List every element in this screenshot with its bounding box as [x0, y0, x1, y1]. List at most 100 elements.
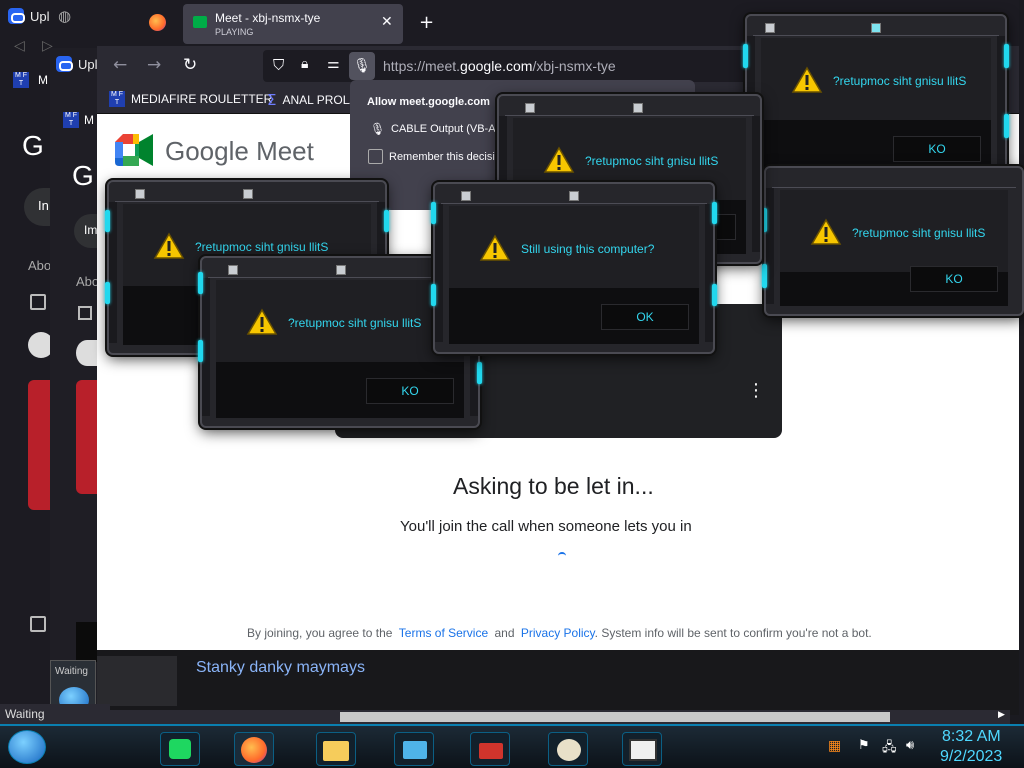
download-icon[interactable]	[394, 732, 434, 766]
microphone-icon: 🎙︎	[370, 122, 386, 136]
network-icon[interactable]: 🖧︎	[882, 738, 897, 760]
meet-brand: Google Meet	[165, 136, 314, 166]
bookmark-mediafire-icon[interactable]: M F T	[13, 72, 29, 88]
paint-icon[interactable]	[548, 732, 588, 766]
window-handle[interactable]	[525, 103, 535, 113]
uploader-logo-icon-2	[56, 56, 73, 72]
background-page-strip: Stanky danky maymays	[97, 650, 1019, 715]
status-text: Waiting	[5, 707, 45, 721]
spotify-icon[interactable]	[160, 732, 200, 766]
privacy-link[interactable]: Privacy Policy	[521, 626, 595, 640]
warning-icon	[543, 146, 575, 174]
uploader-logo-icon	[8, 8, 25, 24]
bookmark-label[interactable]: M	[38, 73, 48, 87]
window-handle[interactable]	[871, 23, 881, 33]
bookmark-label-2[interactable]: M	[84, 113, 94, 127]
more-options-icon[interactable]: ⋮	[747, 382, 765, 400]
reload-icon[interactable]: ↻	[183, 55, 197, 75]
background-tab-2[interactable]: Upl	[56, 56, 98, 72]
window-handle[interactable]	[135, 189, 145, 199]
window-handle[interactable]	[569, 191, 579, 201]
device-select[interactable]: CABLE Output (VB-Au	[391, 123, 502, 135]
sigma-icon: Σ	[267, 91, 277, 109]
background-tab-label: Upl	[30, 8, 50, 24]
warning-icon	[479, 234, 511, 262]
image-icon-2	[78, 306, 92, 320]
window-handle[interactable]	[461, 191, 471, 201]
alert-dialog[interactable]: ?retupmoc siht gnisu llitS KO	[762, 166, 1024, 316]
back-arrow-icon[interactable]: ◁	[14, 38, 25, 54]
globe-icon: ◍	[58, 7, 72, 25]
window-handle[interactable]	[336, 265, 346, 275]
meet-logo-icon	[115, 134, 153, 166]
firefox-taskbar-icon[interactable]	[234, 732, 274, 766]
close-tab-icon[interactable]: ✕	[381, 14, 393, 30]
media-player-icon[interactable]	[622, 732, 662, 766]
bookmark-mediafire[interactable]: M F T MEDIAFIRE ROULETTER	[109, 91, 272, 107]
tab-subtitle: PLAYING	[215, 27, 254, 37]
google-g-logo-2: G	[72, 160, 94, 191]
new-tab-icon[interactable]: +	[419, 12, 434, 33]
warning-icon	[791, 66, 823, 94]
taskbar: ▦ ⚑ 🖧︎ 🔊︎ 8:32 AM 9/2/2023	[0, 724, 1024, 768]
scroll-right-icon[interactable]: ▶	[998, 710, 1005, 720]
microphone-icon[interactable]: 🎙︎	[349, 52, 375, 80]
bookmark-second[interactable]: Σ ANAL PROLA	[267, 91, 357, 109]
permissions-icon[interactable]: ⚌	[327, 56, 340, 72]
warning-icon	[246, 308, 278, 336]
dialog-button[interactable]: KO	[910, 266, 998, 292]
dialog-message: ?retupmoc siht gnisu llitS	[288, 316, 422, 330]
clock-time[interactable]: 8:32 AM	[942, 728, 1001, 746]
language-icon[interactable]: ▦	[828, 738, 841, 754]
horizontal-scrollbar[interactable]: ▶	[110, 710, 1010, 724]
dialog-button[interactable]: KO	[366, 378, 454, 404]
terms-link[interactable]: Terms of Service	[399, 626, 488, 640]
window-handle[interactable]	[633, 103, 643, 113]
ok-button[interactable]: OK	[601, 304, 689, 330]
back-arrow-icon[interactable]: ←	[113, 55, 127, 75]
start-orb-icon[interactable]	[8, 730, 46, 764]
remember-label: Remember this decisio	[389, 151, 501, 163]
video-thumbnail[interactable]	[28, 380, 50, 510]
alert-dialog[interactable]: ?retupmoc siht gnisu llitS KO	[743, 14, 1009, 186]
bookmark-mediafire-icon-2[interactable]: M F T	[63, 112, 79, 128]
waiting-heading: Asking to be let in...	[453, 473, 654, 499]
warning-icon	[153, 232, 185, 260]
dialog-message: ?retupmoc siht gnisu llitS	[195, 240, 329, 254]
forward-arrow-icon[interactable]: →	[147, 55, 161, 75]
terms-footer: By joining, you agree to the Terms of Se…	[247, 626, 872, 640]
toolbox-icon[interactable]	[470, 732, 510, 766]
video-thumbnail-strip[interactable]	[97, 656, 177, 706]
warning-icon	[810, 218, 842, 246]
volume-icon[interactable]: 🔊︎	[906, 738, 914, 753]
clock-date[interactable]: 9/2/2023	[940, 748, 1002, 766]
window-handle[interactable]	[228, 265, 238, 275]
remember-checkbox[interactable]	[368, 149, 383, 164]
background-browser-window-2: Upl M F T M G Im Abo	[50, 48, 114, 715]
video-title-link[interactable]: Stanky danky maymays	[196, 659, 365, 677]
still-using-dialog[interactable]: Still using this computer? OK	[431, 182, 717, 354]
url-text[interactable]: https://meet.google.com/xbj-nsmx-tye	[383, 58, 616, 74]
firefox-icon[interactable]	[149, 14, 166, 31]
video-thumbnail-2[interactable]	[76, 380, 97, 494]
background-tab[interactable]: Upl	[8, 8, 50, 24]
shield-icon[interactable]: ⛉	[273, 56, 284, 74]
window-handle[interactable]	[765, 23, 775, 33]
dialog-message: Still using this computer?	[521, 242, 655, 256]
lock-icon[interactable]: 🔒︎	[301, 56, 308, 72]
thumbnail-3[interactable]	[76, 622, 97, 662]
dialog-message: ?retupmoc siht gnisu llitS	[585, 154, 719, 168]
waiting-subheading: You'll join the call when someone lets y…	[400, 518, 692, 535]
scrollbar-thumb[interactable]	[340, 712, 890, 722]
tab-title: Meet - xbj-nsmx-tye	[215, 11, 321, 25]
thumbnail-label: Waiting	[55, 666, 88, 677]
dialog-button[interactable]: KO	[893, 136, 981, 162]
permission-title: Allow meet.google.com	[367, 96, 490, 108]
window-handle[interactable]	[243, 189, 253, 199]
file-explorer-icon[interactable]	[316, 732, 356, 766]
meet-tab-icon	[193, 16, 207, 28]
action-center-flag-icon[interactable]: ⚑	[858, 738, 870, 753]
tab-meet[interactable]: Meet - xbj-nsmx-tye PLAYING ✕	[183, 4, 403, 44]
status-bar: Waiting	[0, 704, 110, 724]
background-tab-2-label: Upl	[78, 56, 98, 72]
